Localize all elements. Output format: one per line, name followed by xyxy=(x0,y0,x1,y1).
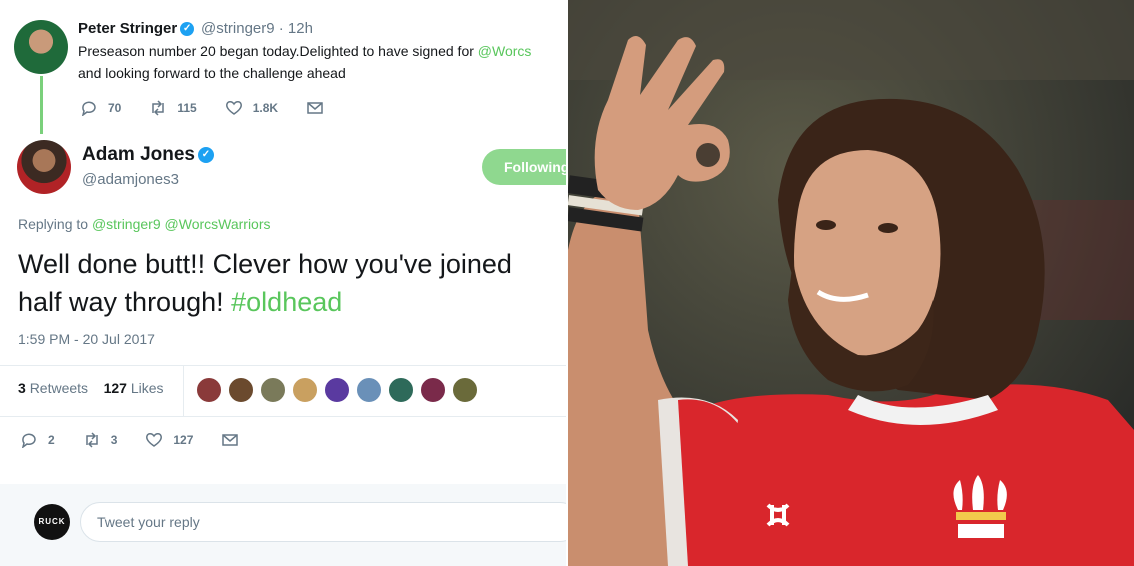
player-photo-illustration xyxy=(568,0,1134,566)
likes-label: Likes xyxy=(130,380,164,396)
replying-label: Replying to xyxy=(18,216,89,232)
retweets-stat[interactable]: 3 Retweets xyxy=(18,380,88,396)
parent-time: · 12h xyxy=(278,20,313,37)
liker-avatar[interactable] xyxy=(324,377,350,403)
following-button[interactable]: Following xyxy=(482,149,566,185)
reply-icon xyxy=(20,432,38,449)
main-author-name[interactable]: Adam Jones ✓ xyxy=(82,144,217,166)
liker-avatar[interactable] xyxy=(292,377,318,403)
retweet-icon xyxy=(149,100,167,116)
retweets-label: Retweets xyxy=(29,380,89,396)
main-handle[interactable]: @adamjones3 xyxy=(82,171,179,188)
main-reply-count: 2 xyxy=(48,433,55,447)
like-icon xyxy=(145,432,163,448)
parent-text-before: Preseason number 20 began today.Delighte… xyxy=(78,43,478,59)
liker-avatar[interactable] xyxy=(420,377,446,403)
parent-reply-count: 70 xyxy=(108,101,122,115)
replying-to-worcs-link[interactable]: @WorcsWarriors xyxy=(165,216,271,232)
tweet-panel: Peter Stringer ✓ @stringer9 · 12h Preseas… xyxy=(0,0,566,566)
main-like-count: 127 xyxy=(173,433,194,447)
verified-icon: ✓ xyxy=(180,22,195,37)
likes-stat[interactable]: 127 Likes xyxy=(104,380,164,396)
retweets-number: 3 xyxy=(18,380,26,396)
main-retweet-count: 3 xyxy=(110,433,118,447)
parent-actions: 70 115 1.8K xyxy=(80,100,362,117)
main-tweet-line-2-text: half way through! xyxy=(18,287,232,317)
main-message-button[interactable] xyxy=(221,432,249,448)
ruck-logo-avatar: RUCK xyxy=(34,504,70,540)
divider xyxy=(0,416,566,417)
main-like-button[interactable]: 127 xyxy=(145,432,193,448)
main-tweet-line-2: half way through! #oldhead xyxy=(18,283,566,321)
liker-avatar[interactable] xyxy=(196,377,222,403)
parent-retweet-button[interactable]: 115 xyxy=(149,100,197,116)
thread-connector xyxy=(40,76,43,134)
peter-stringer-avatar[interactable] xyxy=(14,20,68,74)
liker-avatar[interactable] xyxy=(388,377,414,403)
retweet-icon xyxy=(83,432,101,448)
liker-avatar[interactable] xyxy=(452,377,478,403)
divider xyxy=(183,366,184,416)
liker-avatar[interactable] xyxy=(356,377,382,403)
main-tweet-line-1: Well done butt!! Clever how you've joine… xyxy=(18,249,512,279)
parent-reply-button[interactable]: 70 xyxy=(80,100,122,117)
main-author-name-text: Adam Jones xyxy=(82,144,195,165)
parent-like-button[interactable]: 1.8K xyxy=(225,100,278,116)
parent-author-name[interactable]: Peter Stringer ✓ xyxy=(78,20,197,37)
tweet-reply-input[interactable]: Tweet your reply xyxy=(80,502,566,542)
liker-avatar[interactable] xyxy=(260,377,286,403)
like-icon xyxy=(225,100,243,116)
main-actions: 2 3 127 xyxy=(20,432,277,449)
main-tweet-text: Well done butt!! Clever how you've joine… xyxy=(18,245,566,321)
parent-like-count: 1.8K xyxy=(252,101,279,115)
parent-text-after: and looking forward to the challenge ahe… xyxy=(78,65,346,81)
reply-icon xyxy=(80,100,98,117)
parent-handle[interactable]: @stringer9 · 12h xyxy=(201,20,313,37)
parent-handle-text: @stringer9 xyxy=(201,20,275,37)
parent-author-name-text: Peter Stringer xyxy=(78,20,178,37)
tweet-timestamp[interactable]: 1:59 PM - 20 Jul 2017 xyxy=(18,331,155,347)
divider xyxy=(0,365,566,366)
liker-avatars xyxy=(196,377,484,403)
main-reply-button[interactable]: 2 xyxy=(20,432,55,449)
replying-to-stringer-link[interactable]: @stringer9 xyxy=(92,216,161,232)
hashtag-link[interactable]: #oldhead xyxy=(231,287,342,317)
parent-tweet-text: Preseason number 20 began today.Delighte… xyxy=(78,40,566,84)
replying-to-line: Replying to @stringer9 @WorcsWarriors xyxy=(18,216,271,232)
liker-avatar[interactable] xyxy=(228,377,254,403)
verified-icon: ✓ xyxy=(197,146,214,163)
message-icon xyxy=(306,100,324,116)
main-retweet-button[interactable]: 3 xyxy=(83,432,118,448)
likes-number: 127 xyxy=(103,380,127,396)
adam-jones-avatar[interactable] xyxy=(17,140,71,194)
player-photo xyxy=(568,0,1134,566)
engagement-stats: 3 Retweets 127 Likes xyxy=(18,380,164,396)
parent-mention-link[interactable]: @Worcs xyxy=(478,43,532,59)
parent-retweet-count: 115 xyxy=(177,101,197,115)
parent-message-button[interactable] xyxy=(306,100,334,116)
message-icon xyxy=(221,432,239,448)
